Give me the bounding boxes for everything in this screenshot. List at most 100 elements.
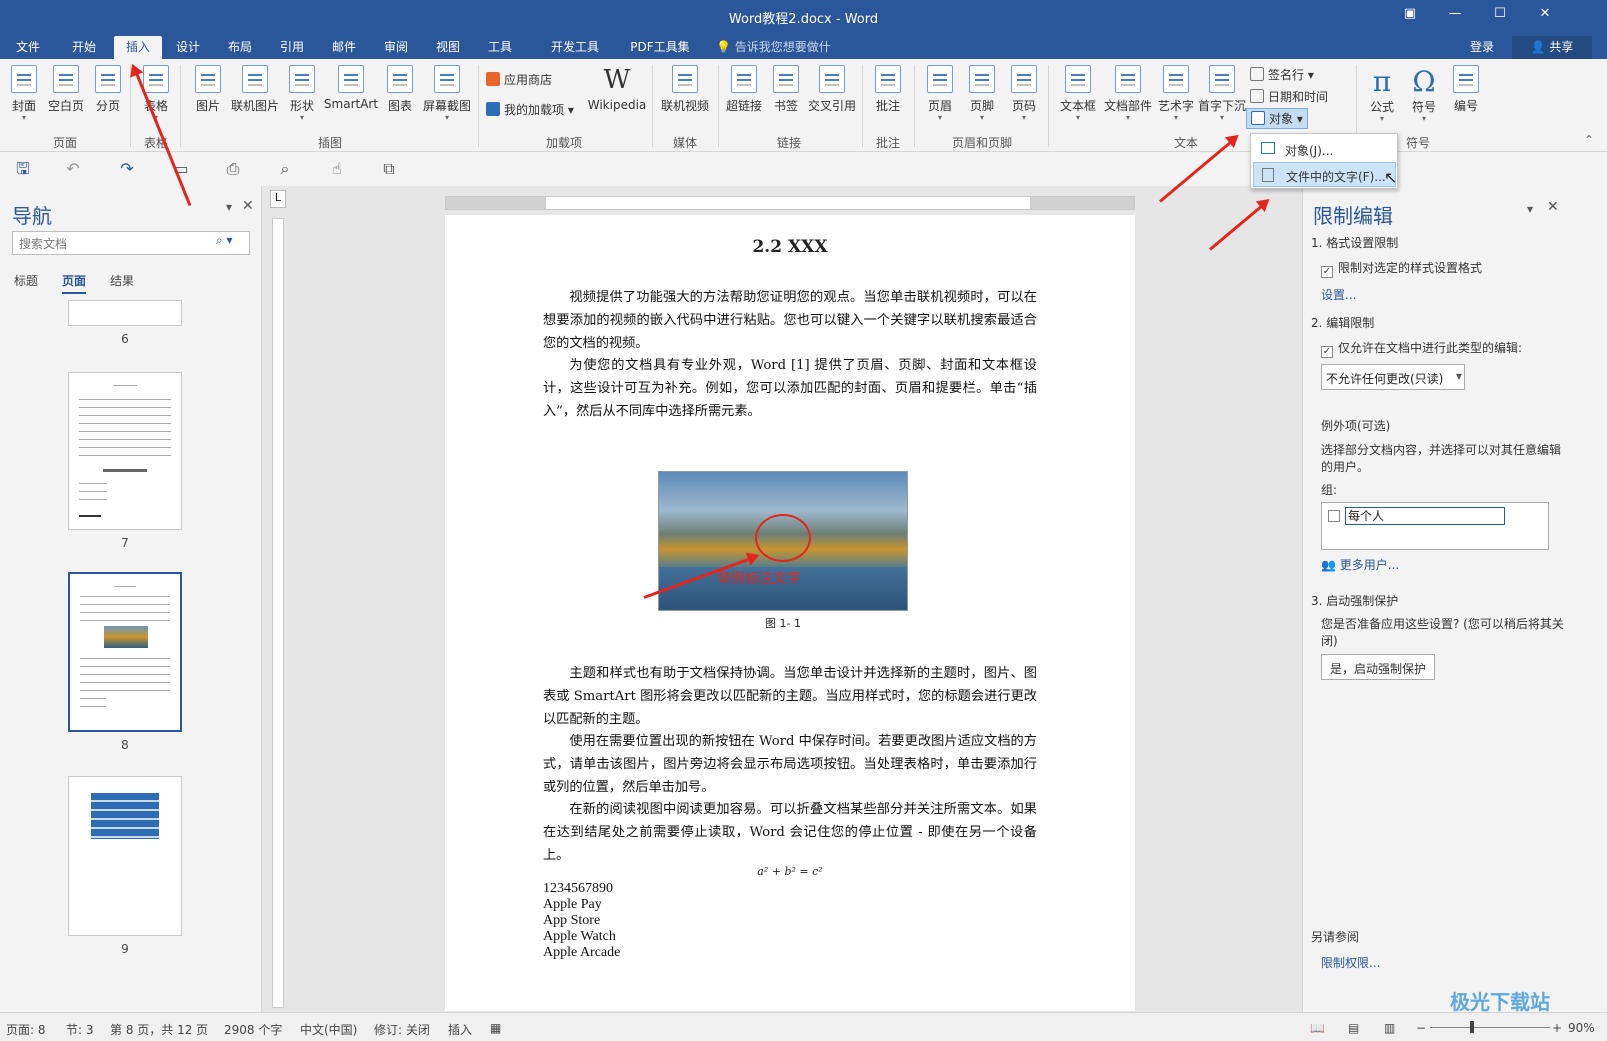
maximize-button[interactable]: ☐ bbox=[1488, 6, 1512, 26]
footer-button[interactable]: 页脚 ▾ bbox=[964, 65, 1000, 122]
bookmark-button[interactable]: 书签 bbox=[768, 65, 804, 114]
start-enforcing-button[interactable]: 是，启动强制保护 bbox=[1321, 654, 1436, 680]
web-layout-icon[interactable]: ▥ bbox=[1384, 1021, 1395, 1035]
search-icon[interactable]: ⌕ ▾ bbox=[216, 233, 233, 248]
shapes-button[interactable]: 形状 ▾ bbox=[284, 65, 320, 122]
close-icon[interactable]: ✕ bbox=[1547, 199, 1559, 215]
tab-pages[interactable]: 页面 bbox=[62, 272, 87, 294]
equation-button[interactable]: π 公式 ▾ bbox=[1364, 65, 1400, 123]
date-time-button[interactable]: 日期和时间 bbox=[1250, 88, 1328, 105]
screenshot-button[interactable]: 屏幕截图 ▾ bbox=[420, 65, 474, 122]
close-button[interactable]: ✕ bbox=[1533, 6, 1557, 26]
more-users-link[interactable]: 👥 更多用户... bbox=[1321, 556, 1399, 573]
status-insert-mode[interactable]: 插入 bbox=[448, 1021, 472, 1038]
zoom-slider-handle[interactable] bbox=[1470, 1021, 1474, 1033]
symbol-button[interactable]: Ω 符号 ▾ bbox=[1406, 65, 1442, 123]
tab-developer[interactable]: 开发工具 bbox=[542, 36, 608, 59]
zoom-level[interactable]: 90% bbox=[1568, 1021, 1595, 1035]
touch-mode-icon[interactable]: ☝ bbox=[328, 160, 346, 178]
tab-view[interactable]: 视图 bbox=[428, 36, 468, 59]
restrict-permission-link[interactable]: 限制权限... bbox=[1321, 954, 1380, 971]
macro-icon[interactable]: ▦ bbox=[490, 1021, 501, 1035]
status-track-changes[interactable]: 修订: 关闭 bbox=[374, 1021, 430, 1038]
print-layout-icon[interactable]: ▤ bbox=[1348, 1021, 1359, 1035]
tab-headings[interactable]: 标题 bbox=[14, 272, 38, 289]
wikipedia-button[interactable]: W Wikipedia bbox=[586, 65, 648, 112]
page-thumbnail[interactable] bbox=[68, 372, 182, 530]
status-words[interactable]: 2908 个字 bbox=[224, 1021, 282, 1038]
cross-reference-button[interactable]: 交叉引用 bbox=[806, 65, 858, 114]
pane-options-icon[interactable]: ▾ bbox=[226, 200, 232, 214]
tab-pdf-tools[interactable]: PDF工具集 bbox=[622, 36, 698, 59]
quick-parts-button[interactable]: 文档部件 ▾ bbox=[1102, 65, 1154, 122]
share-button[interactable]: 👤 共享 bbox=[1512, 36, 1592, 59]
picture-button[interactable]: 图片 bbox=[190, 65, 226, 114]
status-language[interactable]: 中文(中国) bbox=[300, 1021, 357, 1038]
login-link[interactable]: 登录 bbox=[1462, 36, 1502, 59]
redo-icon[interactable]: ↷ bbox=[118, 160, 136, 178]
page-break-button[interactable]: 分页 bbox=[90, 65, 126, 114]
groups-list[interactable]: 每个人 bbox=[1321, 502, 1549, 550]
everyone-checkbox[interactable]: 每个人 bbox=[1328, 507, 1506, 525]
status-page-of[interactable]: 第 8 页，共 12 页 bbox=[110, 1021, 208, 1038]
document-page[interactable]: 2.2 XXX 视频提供了功能强大的方法帮助您证明您的观点。当您单击联机视频时，… bbox=[445, 215, 1135, 1011]
search-input[interactable]: 搜索文档 bbox=[12, 231, 250, 255]
undo-icon[interactable]: ↶ bbox=[64, 160, 82, 178]
print-icon[interactable]: ⎙ bbox=[224, 160, 242, 178]
cover-page-button[interactable]: 封面 ▾ bbox=[6, 65, 42, 122]
tab-tools[interactable]: 工具 bbox=[480, 36, 520, 59]
online-video-button[interactable]: 联机视频 bbox=[656, 65, 714, 114]
smartart-button[interactable]: SmartArt bbox=[322, 65, 380, 111]
textbox-button[interactable]: 文本框 ▾ bbox=[1056, 65, 1100, 122]
tab-file[interactable]: 文件 bbox=[8, 36, 48, 59]
tab-layout[interactable]: 布局 bbox=[220, 36, 260, 59]
formatting-checkbox[interactable]: ✓ 限制对选定的样式设置格式 bbox=[1321, 260, 1571, 278]
editing-checkbox[interactable]: ✓ 仅允许在文档中进行此类型的编辑: bbox=[1321, 340, 1571, 358]
dropcap-button[interactable]: 首字下沉 ▾ bbox=[1196, 65, 1248, 122]
print-preview-icon[interactable]: ⌕ bbox=[276, 160, 294, 178]
menu-item-object[interactable]: 对象(J)... bbox=[1253, 137, 1396, 162]
zoom-out-icon[interactable]: − bbox=[1416, 1021, 1426, 1035]
pane-options-icon[interactable]: ▾ bbox=[1527, 202, 1533, 216]
tab-insert[interactable]: 插入 bbox=[114, 36, 162, 59]
close-icon[interactable]: ✕ bbox=[242, 198, 254, 214]
minimize-button[interactable]: — bbox=[1443, 6, 1467, 26]
object-button[interactable]: 对象 ▾ bbox=[1246, 108, 1308, 129]
signature-line-button[interactable]: 签名行 ▾ bbox=[1250, 66, 1314, 83]
horizontal-ruler[interactable] bbox=[445, 196, 1135, 210]
document-image[interactable]: 举例标注文字 bbox=[658, 471, 908, 611]
my-addins-button[interactable]: 我的加载项 ▾ bbox=[486, 101, 574, 118]
tab-mailings[interactable]: 邮件 bbox=[324, 36, 364, 59]
save-icon[interactable]: 🖫 bbox=[14, 160, 32, 178]
wordart-button[interactable]: 艺术字 ▾ bbox=[1156, 65, 1196, 122]
online-picture-button[interactable]: 联机图片 bbox=[228, 65, 282, 114]
page-thumbnail[interactable] bbox=[68, 300, 182, 326]
settings-link[interactable]: 设置... bbox=[1321, 286, 1356, 303]
menu-item-text-from-file[interactable]: 文件中的文字(F)... bbox=[1253, 162, 1396, 187]
hyperlink-button[interactable]: 超链接 bbox=[722, 65, 766, 114]
page-thumbnail-selected[interactable] bbox=[68, 572, 182, 732]
tab-design[interactable]: 设计 bbox=[168, 36, 208, 59]
status-page[interactable]: 页面: 8 bbox=[6, 1021, 46, 1038]
editing-type-select[interactable]: 不允许任何更改(只读) ▾ bbox=[1321, 364, 1465, 390]
collapse-ribbon-icon[interactable]: ⌃ bbox=[1584, 133, 1594, 147]
zoom-slider[interactable] bbox=[1430, 1027, 1550, 1028]
zoom-in-icon[interactable]: + bbox=[1552, 1021, 1562, 1035]
tab-results[interactable]: 结果 bbox=[110, 272, 134, 289]
status-section[interactable]: 节: 3 bbox=[66, 1021, 94, 1038]
page-thumbnail[interactable] bbox=[68, 776, 182, 936]
tab-selector[interactable]: L bbox=[270, 190, 286, 208]
number-button[interactable]: 编号 bbox=[1448, 65, 1484, 114]
chart-button[interactable]: 图表 bbox=[382, 65, 418, 114]
comment-button[interactable]: 批注 bbox=[870, 65, 906, 114]
header-button[interactable]: 页眉 ▾ bbox=[922, 65, 958, 122]
tab-home[interactable]: 开始 bbox=[64, 36, 104, 59]
tab-references[interactable]: 引用 bbox=[272, 36, 312, 59]
blank-page-button[interactable]: 空白页 bbox=[46, 65, 86, 114]
store-button[interactable]: 应用商店 bbox=[486, 71, 552, 88]
read-mode-icon[interactable]: 📖 bbox=[1310, 1021, 1325, 1035]
tell-me-box[interactable]: 💡 告诉我您想要做什么... bbox=[716, 36, 846, 76]
page-number-button[interactable]: 页码 ▾ bbox=[1006, 65, 1042, 122]
ribbon-display-icon[interactable]: ▣ bbox=[1398, 6, 1422, 26]
customize-icon[interactable]: ⧉ bbox=[380, 160, 398, 178]
